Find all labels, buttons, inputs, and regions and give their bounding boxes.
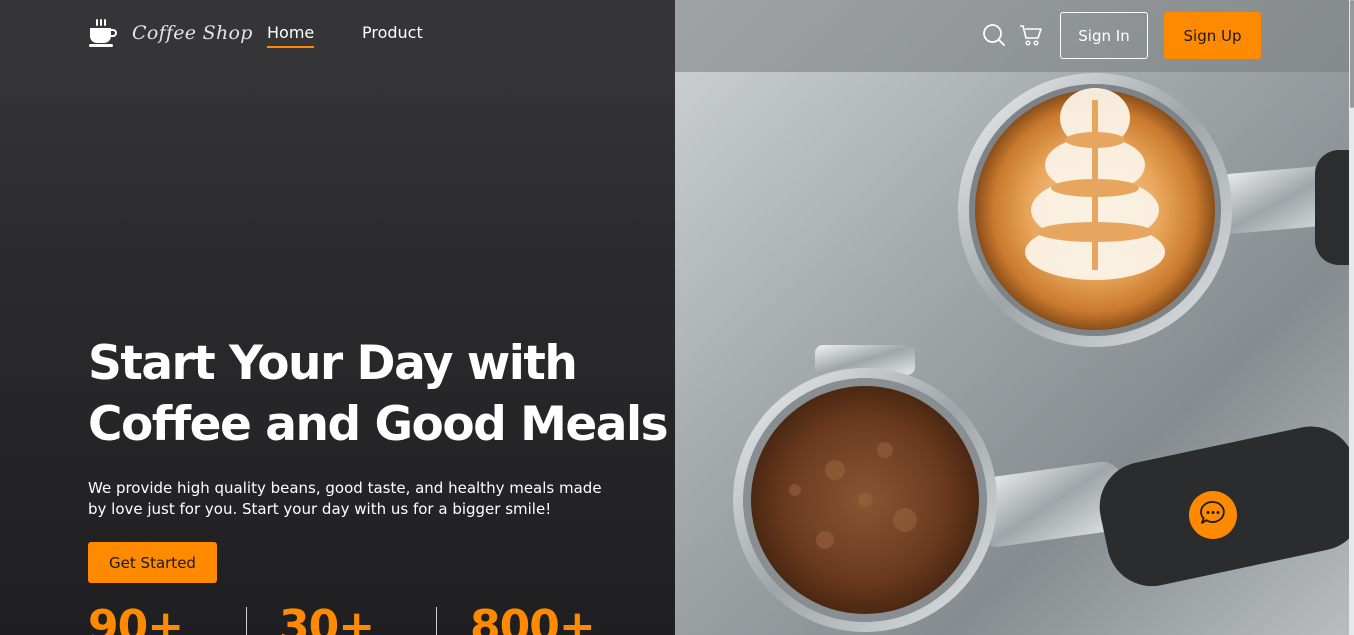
brand-logo[interactable]: Coffee Shop (88, 18, 253, 48)
chat-button[interactable] (1189, 491, 1237, 539)
hero-description-line-2: by love just for you. Start your day wit… (88, 500, 552, 518)
stat-divider (436, 607, 437, 635)
hero-title: Start Your Day with Coffee and Good Meal… (88, 333, 669, 455)
nav-product-link[interactable]: Product (362, 23, 423, 42)
stat-divider (246, 607, 247, 635)
hero-description: We provide high quality beans, good tast… (88, 478, 618, 520)
hero-title-line-1: Start Your Day with (88, 336, 578, 391)
stat-value: 90+ (88, 601, 184, 635)
chat-bubble-icon (1199, 499, 1227, 531)
stat-item: 90+ (88, 601, 184, 635)
brand-name: Coffee Shop (132, 22, 253, 44)
stat-item: 800+ (470, 601, 596, 635)
page-scrollbar-thumb[interactable] (1350, 0, 1354, 108)
nav-home-link[interactable]: Home (267, 23, 315, 48)
search-icon[interactable] (982, 23, 1006, 47)
sign-in-button[interactable]: Sign In (1060, 12, 1148, 59)
hero-coffee-photo (675, 0, 1350, 635)
cart-icon[interactable] (1019, 23, 1043, 47)
hero-description-line-1: We provide high quality beans, good tast… (88, 479, 602, 497)
stat-value: 800+ (470, 601, 596, 635)
stat-value: 30+ (279, 601, 375, 635)
sign-up-button[interactable]: Sign Up (1164, 12, 1261, 59)
get-started-button[interactable]: Get Started (88, 542, 217, 583)
coffee-portafilters-image (675, 0, 1350, 635)
hero-left-panel (0, 0, 675, 635)
stat-item: 30+ (279, 601, 375, 635)
hero-title-line-2: Coffee and Good Meals (88, 397, 669, 452)
coffee-cup-icon (88, 18, 118, 48)
